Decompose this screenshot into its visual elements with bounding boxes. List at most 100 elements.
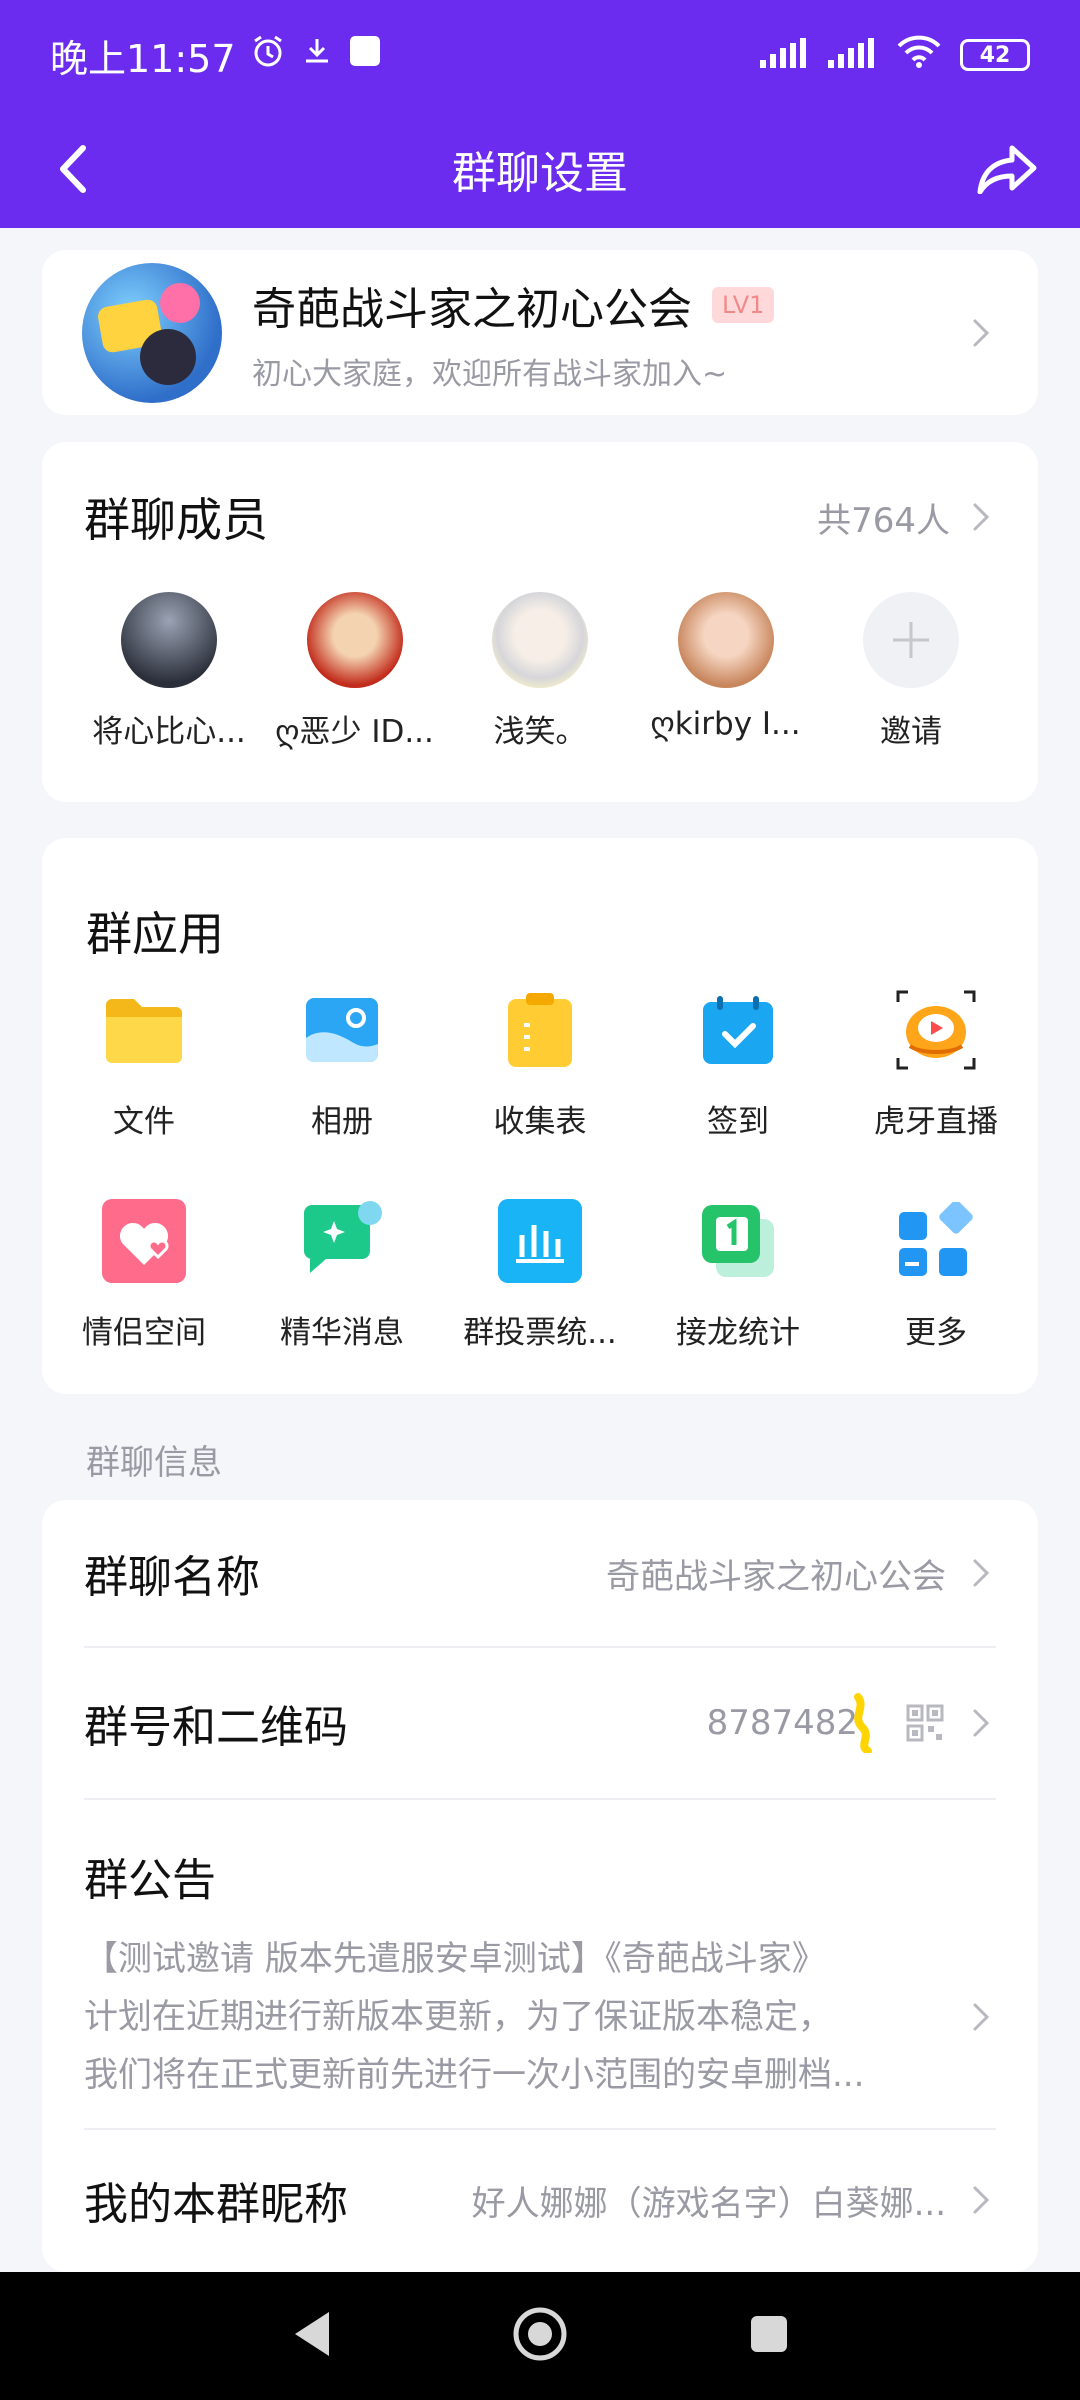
- app-label: 情侣空间: [82, 1315, 206, 1351]
- group-info-section-label: 群聊信息: [86, 1443, 222, 1483]
- announcement-line: 【测试邀请 版本先遣服安卓测试】《奇葩战斗家》: [84, 1939, 826, 1979]
- heart-icon: [102, 1199, 186, 1283]
- group-name: 奇葩战斗家之初心公会: [252, 283, 692, 335]
- member-item[interactable]: ღkirby I...: [641, 592, 811, 751]
- vote-icon: [498, 1199, 582, 1283]
- app-form[interactable]: 收集表: [441, 988, 639, 1141]
- app-label: 虎牙直播: [874, 1104, 998, 1140]
- members-row: 将心比心... ღ恶少 ID... 浅笑。 ღkirby I... 邀请: [84, 592, 996, 751]
- signal-icon-2: [828, 33, 878, 77]
- announcement-title: 群公告: [84, 1855, 216, 1906]
- app-essence-messages[interactable]: 精华消息: [243, 1199, 441, 1352]
- announcement-content: 【测试邀请 版本先遣服安卓测试】《奇葩战斗家》 计划在近期进行新版本更新，为了保…: [84, 1930, 966, 2104]
- folder-icon: [102, 988, 186, 1072]
- invite-member-button[interactable]: 邀请: [826, 592, 996, 751]
- announcement-line: 我们将在正式更新前先进行一次小范围的安卓删档...: [84, 2055, 865, 2095]
- chevron-right-icon: [966, 2185, 996, 2215]
- form-icon: [498, 988, 582, 1072]
- member-item[interactable]: ღ恶少 ID...: [270, 592, 440, 751]
- group-number-value: 8787482: [706, 1703, 858, 1743]
- level-badge: LV1: [712, 286, 775, 323]
- wifi-icon: [896, 33, 942, 77]
- nav-recents-button[interactable]: [747, 2312, 791, 2360]
- alarm-icon: [250, 33, 286, 78]
- checkin-icon: [696, 988, 780, 1072]
- nav-home-button[interactable]: [512, 2306, 568, 2366]
- member-item[interactable]: 浅笑。: [455, 592, 625, 751]
- relay-icon: [696, 1199, 780, 1283]
- invite-label: 邀请: [880, 714, 942, 750]
- download-icon: [300, 33, 334, 77]
- group-number-qr-row[interactable]: 群号和二维码 8787482: [84, 1648, 996, 1800]
- app-checkin[interactable]: 签到: [639, 988, 837, 1141]
- triangle-back-icon: [295, 2312, 330, 2356]
- member-avatar: [677, 592, 774, 688]
- app-huya-live[interactable]: 虎牙直播: [837, 988, 1035, 1141]
- group-name-title: 群聊名称: [84, 1552, 260, 1603]
- app-label: 文件: [113, 1104, 175, 1140]
- album-icon: [300, 988, 384, 1072]
- page-title: 群聊设置: [452, 148, 628, 199]
- share-button[interactable]: [948, 110, 1066, 228]
- group-announcement-row[interactable]: 群公告 【测试邀请 版本先遣服安卓测试】《奇葩战斗家》 计划在近期进行新版本更新…: [84, 1800, 996, 2130]
- plus-icon: [863, 592, 959, 688]
- share-icon: [977, 145, 1037, 194]
- notification-square-icon: [348, 33, 382, 77]
- chevron-right-icon: [966, 502, 996, 532]
- more-apps-icon: [894, 1199, 978, 1283]
- group-apps-card: 群应用 文件 相册 收集表 签到 虎牙直播 情侣空间 精华消息 群投票统... …: [42, 838, 1038, 1394]
- app-group-vote[interactable]: 群投票统...: [441, 1199, 639, 1352]
- app-label: 接龙统计: [676, 1315, 800, 1351]
- member-name: 将心比心...: [92, 714, 246, 750]
- nickname-title: 我的本群昵称: [84, 2179, 348, 2230]
- nav-back-button[interactable]: [289, 2308, 333, 2364]
- app-couple-space[interactable]: 情侣空间: [45, 1199, 243, 1352]
- app-more[interactable]: 更多: [837, 1199, 1035, 1352]
- app-label: 精华消息: [280, 1315, 404, 1351]
- group-avatar: [82, 262, 222, 403]
- app-label: 群投票统...: [463, 1315, 617, 1351]
- members-header[interactable]: 群聊成员 共764人: [84, 442, 996, 592]
- group-name-value: 奇葩战斗家之初心公会: [606, 1556, 946, 1597]
- member-avatar: [492, 592, 588, 688]
- status-time: 晚上11:57: [50, 36, 236, 81]
- chevron-left-icon: [60, 145, 86, 193]
- member-item[interactable]: 将心比心...: [84, 592, 254, 751]
- status-right: 42: [760, 33, 1030, 77]
- member-avatar: [306, 592, 403, 688]
- group-name-row[interactable]: 群聊名称 奇葩战斗家之初心公会: [84, 1500, 996, 1648]
- circle-home-icon: [513, 2307, 567, 2361]
- system-nav-bar: [0, 2272, 1080, 2400]
- status-bar: 晚上11:57 42: [0, 0, 1080, 110]
- chevron-right-icon: [966, 318, 996, 348]
- app-label: 签到: [707, 1104, 769, 1140]
- app-label: 更多: [905, 1315, 967, 1351]
- qr-code-icon[interactable]: [906, 1704, 944, 1742]
- signal-icon: [760, 33, 810, 77]
- member-avatar: [121, 592, 217, 688]
- group-description: 初心大家庭，欢迎所有战斗家加入~: [252, 356, 728, 392]
- apps-title: 群应用: [86, 907, 224, 961]
- my-nickname-row[interactable]: 我的本群昵称 好人娜娜（游戏名字）白葵娜...: [84, 2130, 996, 2270]
- essence-icon: [300, 1199, 384, 1283]
- app-album[interactable]: 相册: [243, 988, 441, 1141]
- nickname-value: 好人娜娜（游戏名字）白葵娜...: [471, 2183, 946, 2224]
- title-bar: 群聊设置: [0, 110, 1080, 228]
- battery-icon: 42: [960, 39, 1030, 71]
- chevron-right-icon: [966, 2002, 996, 2032]
- group-info-card: 群聊名称 奇葩战斗家之初心公会 群号和二维码 8787482 群公告 【测试邀请…: [42, 1500, 1038, 2272]
- member-name: ღkirby I...: [650, 706, 801, 742]
- group-info: 奇葩战斗家之初心公会 LV1 初心大家庭，欢迎所有战斗家加入~: [252, 273, 966, 393]
- group-profile-card[interactable]: 奇葩战斗家之初心公会 LV1 初心大家庭，欢迎所有战斗家加入~: [42, 250, 1038, 415]
- redaction-scribble: [854, 1693, 872, 1753]
- app-files[interactable]: 文件: [45, 988, 243, 1141]
- chevron-right-icon: [966, 1558, 996, 1588]
- huya-icon: [894, 988, 978, 1072]
- group-number-title: 群号和二维码: [84, 1702, 348, 1753]
- square-recents-icon: [750, 2316, 787, 2352]
- app-relay-stats[interactable]: 接龙统计: [639, 1199, 837, 1352]
- back-button[interactable]: [14, 110, 132, 228]
- member-name: 浅笑。: [493, 714, 587, 750]
- apps-grid: 文件 相册 收集表 签到 虎牙直播 情侣空间 精华消息 群投票统... 接龙统计…: [42, 988, 1038, 1352]
- member-name: ღ恶少 ID...: [275, 714, 434, 750]
